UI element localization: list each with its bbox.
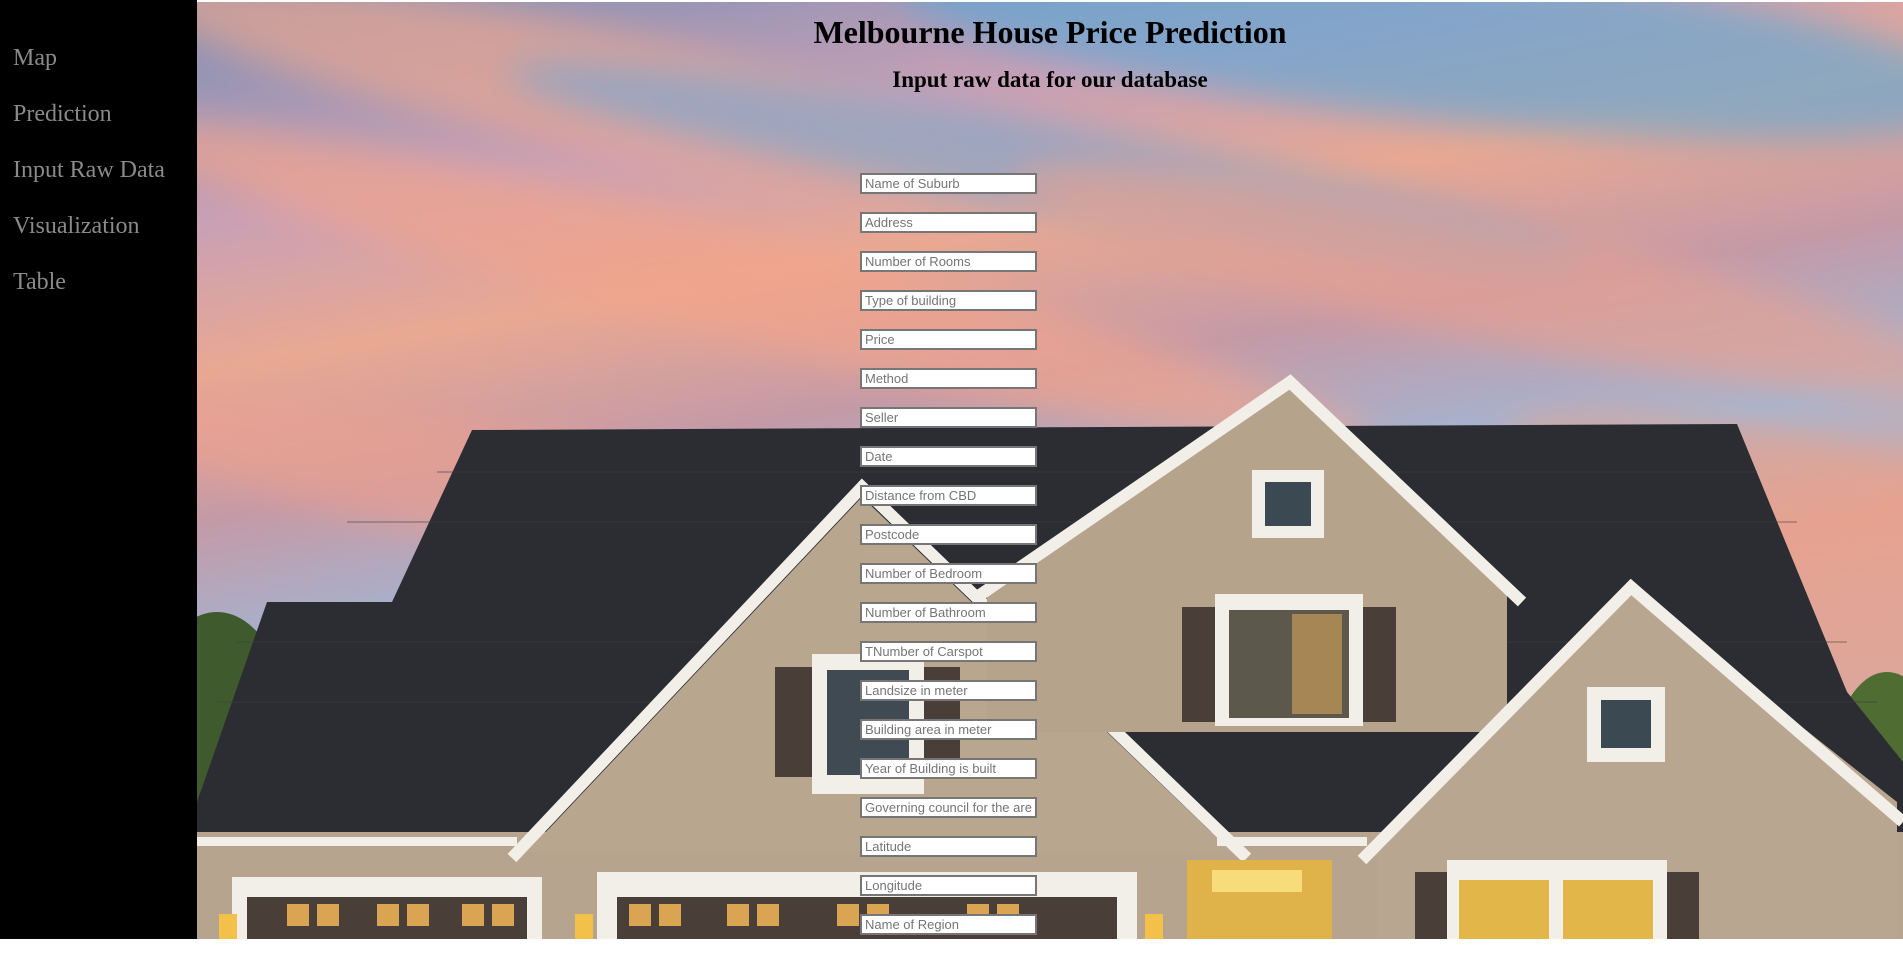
suburb-name-input[interactable]: [860, 173, 1037, 194]
bedroom-input[interactable]: [860, 563, 1037, 584]
longitude-input[interactable]: [860, 875, 1037, 896]
postcode-input[interactable]: [860, 524, 1037, 545]
sidebar-item-table[interactable]: Table: [13, 254, 165, 310]
price-input[interactable]: [860, 329, 1037, 350]
council-area-input[interactable]: [860, 797, 1037, 818]
sidebar-nav: Map Prediction Input Raw Data Visualizat…: [0, 30, 165, 310]
building-type-input[interactable]: [860, 290, 1037, 311]
sidebar-item-input-raw-data[interactable]: Input Raw Data: [13, 142, 165, 198]
year-built-input[interactable]: [860, 758, 1037, 779]
background-image: [197, 2, 1903, 939]
method-input[interactable]: [860, 368, 1037, 389]
latitude-input[interactable]: [860, 836, 1037, 857]
region-name-input[interactable]: [860, 914, 1037, 935]
seller-input[interactable]: [860, 407, 1037, 428]
sidebar-item-prediction[interactable]: Prediction: [13, 86, 165, 142]
page-header: Melbourne House Price Prediction Input r…: [197, 0, 1903, 93]
date-input[interactable]: [860, 446, 1037, 467]
raw-data-form: [860, 173, 1037, 953]
bathroom-input[interactable]: [860, 602, 1037, 623]
rooms-input[interactable]: [860, 251, 1037, 272]
carspot-input[interactable]: [860, 641, 1037, 662]
page-title: Melbourne House Price Prediction: [813, 14, 1287, 50]
address-input[interactable]: [860, 212, 1037, 233]
landsize-input[interactable]: [860, 680, 1037, 701]
house-illustration: [197, 374, 1903, 939]
page-subtitle: Input raw data for our database: [892, 67, 1208, 92]
sidebar: Map Prediction Input Raw Data Visualizat…: [0, 0, 197, 939]
distance-cbd-input[interactable]: [860, 485, 1037, 506]
building-area-input[interactable]: [860, 719, 1037, 740]
sidebar-item-visualization[interactable]: Visualization: [13, 198, 165, 254]
sidebar-item-map[interactable]: Map: [13, 30, 165, 86]
